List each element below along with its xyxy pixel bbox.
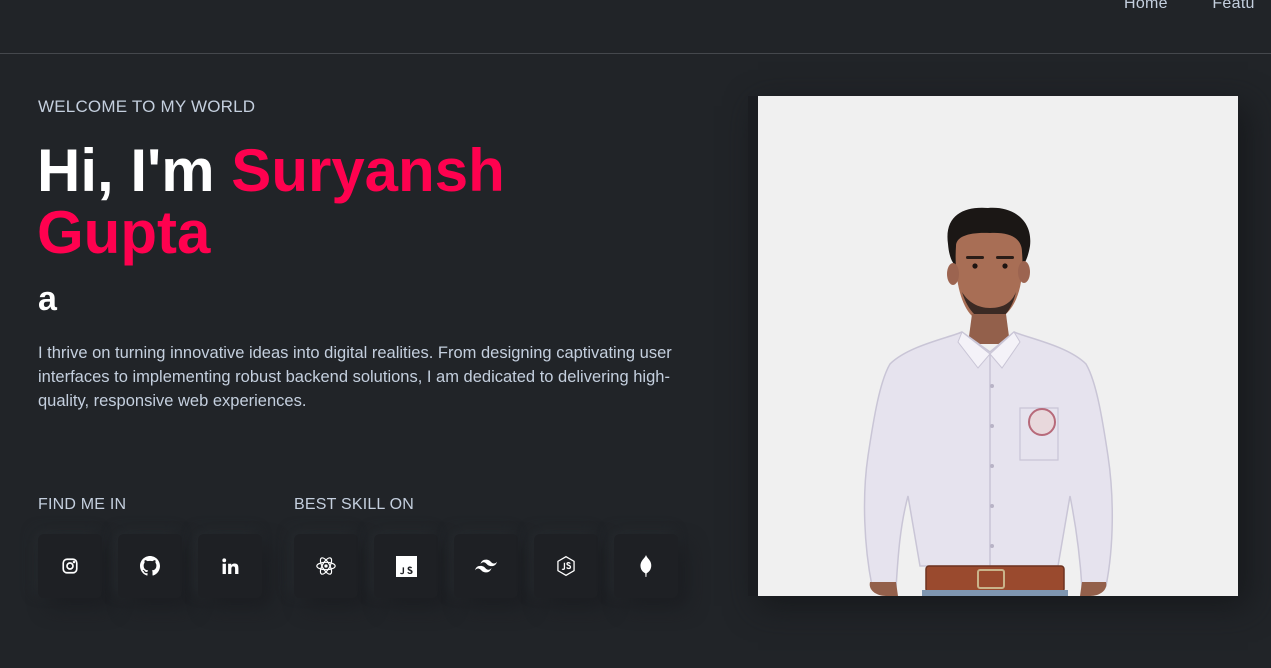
- tailwind-icon: [475, 559, 497, 573]
- mongodb-icon: [640, 555, 652, 577]
- nodejs-icon: [557, 555, 575, 577]
- mongodb-skill[interactable]: [614, 534, 678, 598]
- github-button[interactable]: [118, 534, 182, 598]
- skills-label: BEST SKILL ON: [294, 496, 414, 513]
- person-illustration: [863, 207, 1113, 596]
- hero-headline: Hi, I'm Suryansh Gupta: [37, 140, 657, 264]
- javascript-icon: [395, 555, 417, 577]
- nav-item-features[interactable]: Featu: [1212, 0, 1254, 13]
- nodejs-skill[interactable]: [534, 534, 598, 598]
- profile-photo: [758, 96, 1238, 596]
- hero-description: I thrive on turning innovative ideas int…: [38, 344, 672, 410]
- linkedin-icon: [221, 557, 238, 574]
- name-last: Gupta: [37, 199, 211, 266]
- typed-role-text: a: [38, 280, 57, 318]
- tailwind-skill[interactable]: [454, 534, 518, 598]
- portfolio-page: Home Featu WELCOME TO MY WORLD Hi, I'm S…: [0, 0, 1271, 668]
- find-me-label: FIND ME IN: [38, 496, 127, 513]
- top-navbar: Home Featu: [0, 0, 1271, 54]
- welcome-text: WELCOME TO MY WORLD: [38, 97, 256, 116]
- react-icon: [316, 557, 336, 575]
- github-icon: [140, 556, 160, 576]
- instagram-icon: [62, 558, 78, 574]
- main-nav: Home Featu: [1124, 0, 1271, 13]
- name-first: Suryansh: [231, 137, 505, 204]
- react-skill[interactable]: [294, 534, 358, 598]
- social-links: [38, 534, 262, 598]
- instagram-button[interactable]: [38, 534, 102, 598]
- javascript-skill[interactable]: [374, 534, 438, 598]
- greeting-text: Hi, I'm: [37, 137, 232, 204]
- linkedin-button[interactable]: [198, 534, 262, 598]
- skill-icons: [294, 534, 678, 598]
- nav-item-home[interactable]: Home: [1124, 0, 1168, 13]
- profile-photo-frame: [748, 96, 1238, 596]
